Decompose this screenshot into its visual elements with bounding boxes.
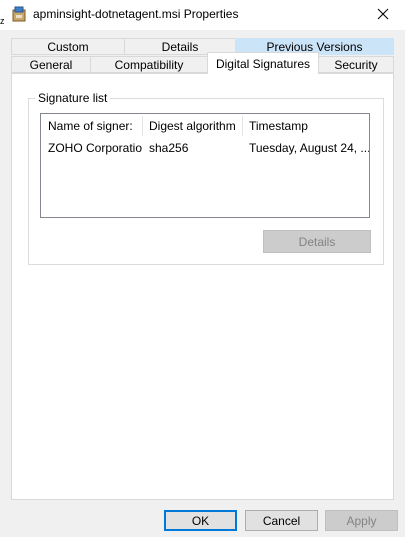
apply-button[interactable]: Apply	[325, 510, 398, 531]
listview-header: Name of signer: Digest algorithm Timesta…	[41, 114, 369, 138]
cancel-button[interactable]: Cancel	[245, 510, 318, 531]
tab-custom[interactable]: Custom	[11, 38, 125, 55]
tab-digital-signatures[interactable]: Digital Signatures	[207, 52, 319, 74]
tab-compatibility[interactable]: Compatibility	[90, 56, 208, 73]
close-button[interactable]	[360, 0, 405, 30]
title-bar: apminsight-dotnetagent.msi Properties	[0, 0, 405, 30]
tab-security[interactable]: Security	[318, 56, 394, 73]
timestamp-cell: Tuesday, August 24, ...	[249, 141, 369, 155]
tab-general[interactable]: General	[11, 56, 91, 73]
close-icon	[377, 8, 389, 23]
signature-list-group: Signature list Name of signer: Digest al…	[28, 91, 384, 265]
signature-listview[interactable]: Name of signer: Digest algorithm Timesta…	[40, 113, 370, 218]
msi-package-icon	[10, 5, 28, 23]
column-header-digest[interactable]: Digest algorithm	[142, 114, 242, 138]
signer-name-cell: ZOHO Corporatio...	[48, 141, 142, 155]
digest-cell: sha256	[149, 141, 189, 155]
signature-details-button[interactable]: Details	[263, 230, 371, 253]
signature-row[interactable]: ZOHO Corporatio... sha256 Tuesday, Augus…	[41, 138, 369, 158]
column-header-signer[interactable]: Name of signer:	[41, 114, 142, 138]
window-title: apminsight-dotnetagent.msi Properties	[33, 7, 239, 21]
column-header-timestamp[interactable]: Timestamp	[242, 114, 369, 138]
signature-list-label: Signature list	[35, 91, 111, 105]
stray-character: z	[0, 16, 5, 26]
ok-button[interactable]: OK	[164, 510, 237, 531]
digital-signatures-panel: Signature list Name of signer: Digest al…	[11, 73, 394, 500]
